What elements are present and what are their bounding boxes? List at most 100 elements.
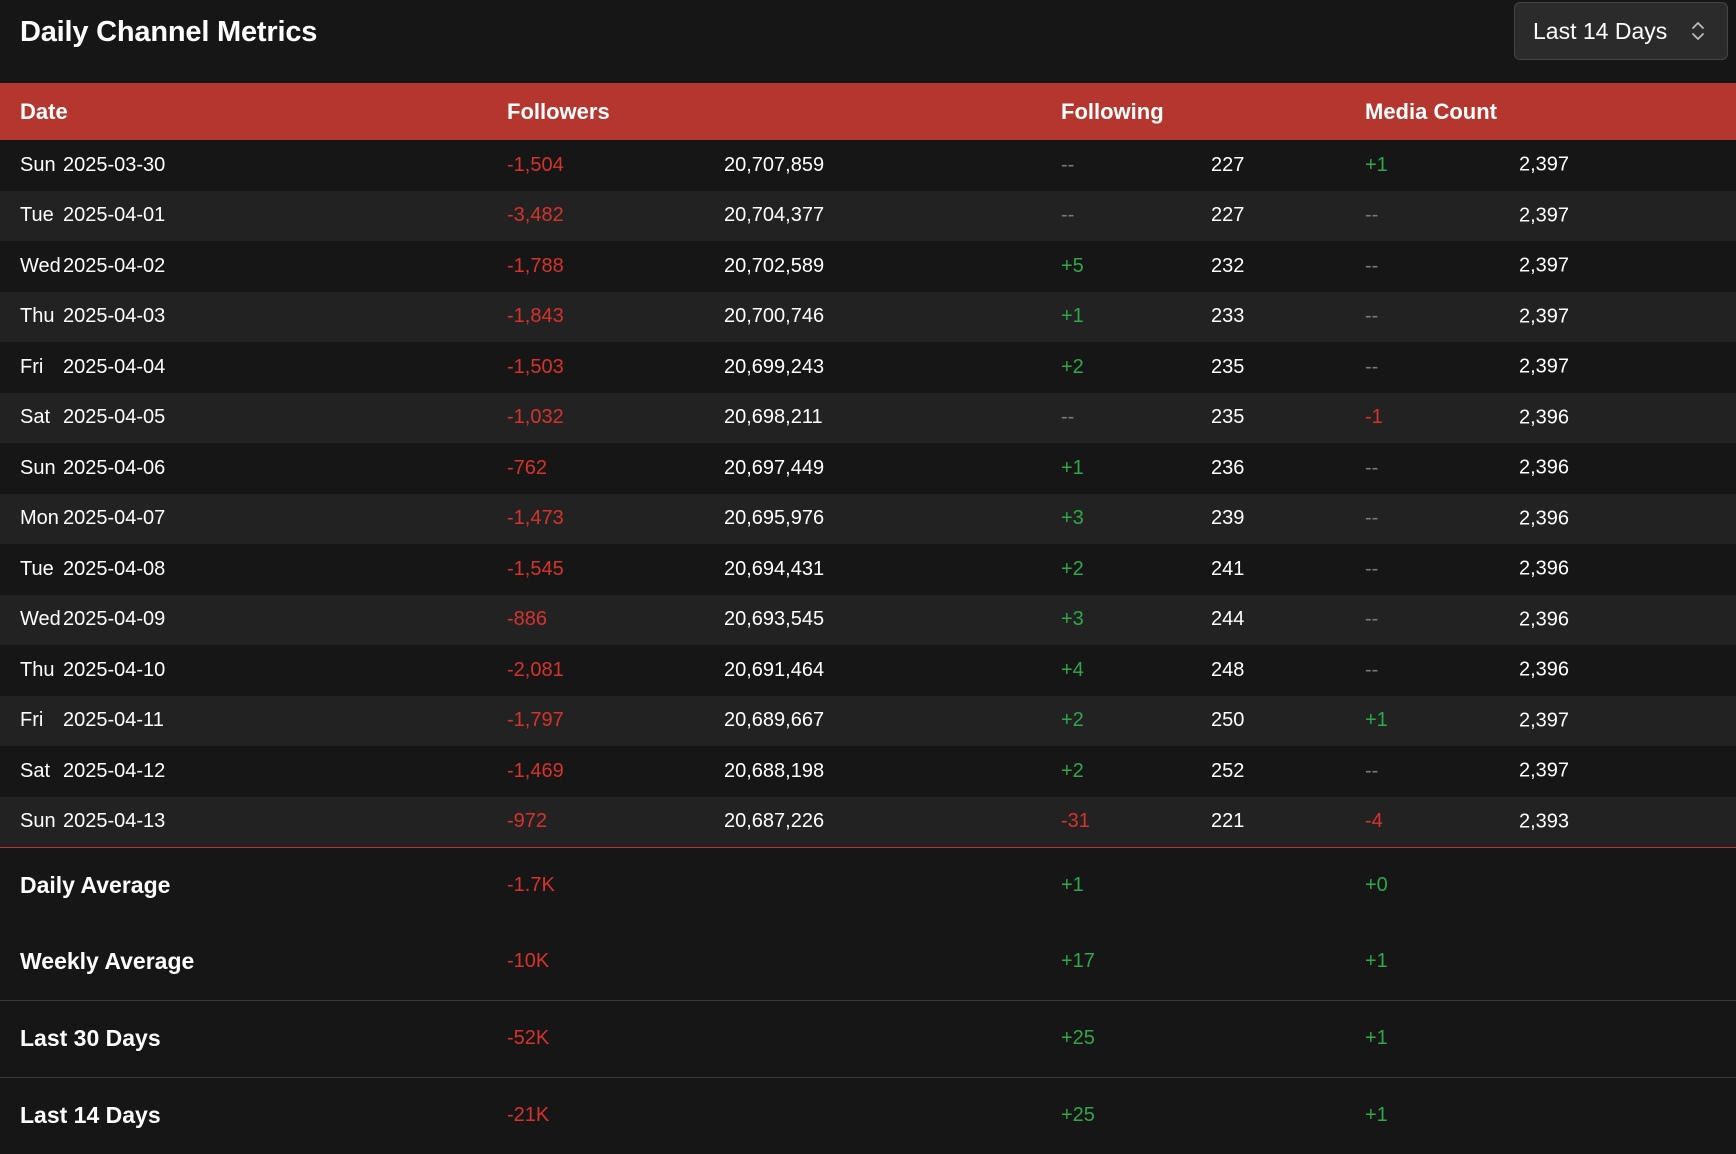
- row-media-change: -1 2,396: [1365, 393, 1736, 444]
- row-media-change-value: +1: [1365, 709, 1388, 732]
- row-day: Thu: [20, 658, 55, 681]
- metrics-table: Date Followers Following Media Count Sun…: [0, 83, 1736, 1154]
- summary-row: Daily Average -1.7K +1 +0: [0, 847, 1736, 924]
- row-following-total: 235: [1211, 406, 1245, 429]
- row-following-change: +2: [1061, 709, 1084, 732]
- row-followers-total: 20,695,976: [724, 507, 825, 530]
- page-header: Daily Channel Metrics Last 14 Days: [0, 0, 1736, 83]
- summary-following: +25: [1061, 999, 1365, 1077]
- column-header-media-count[interactable]: Media Count: [1365, 83, 1736, 140]
- column-header-following[interactable]: Following: [1061, 83, 1365, 140]
- row-day: Fri: [20, 709, 44, 732]
- row-following-total: 244: [1211, 608, 1245, 631]
- row-media-change-value: --: [1365, 759, 1379, 782]
- row-date: 2025-04-09: [63, 608, 166, 631]
- summary-row: Last 14 Days -21K +25 +1: [0, 1076, 1736, 1154]
- row-following-change: -31: [1061, 810, 1090, 832]
- row-followers-change: -1,545: [507, 557, 564, 580]
- row-day: Sun: [20, 153, 56, 176]
- row-following-change: --: [1061, 153, 1075, 176]
- row-media-change: -- 2,397: [1365, 191, 1736, 242]
- row-date: 2025-03-30: [63, 153, 166, 176]
- table-row: Tue 2025-04-01 -3,482 20,704,377 -- 227 -- 2,39…: [0, 190, 1736, 242]
- row-following-change: +2: [1061, 557, 1084, 580]
- row-media-change: -- 2,397: [1365, 292, 1736, 343]
- row-date: 2025-04-07: [63, 507, 166, 530]
- row-date: 2025-04-12: [63, 759, 166, 782]
- table-row: Sun 2025-04-13 -972 20,687,226 -31 221 -4 2,393: [0, 796, 1736, 848]
- row-media-change-value: -4: [1365, 810, 1383, 832]
- row-day: Sun: [20, 810, 56, 832]
- row-followers-change: -2,081: [507, 658, 564, 681]
- row-media-change-value: -1: [1365, 406, 1383, 429]
- row-followers-total: 20,702,589: [724, 254, 825, 277]
- row-followers-total: 20,691,464: [724, 658, 825, 681]
- summary-row: Last 30 Days -52K +25 +1: [0, 999, 1736, 1077]
- row-media-change: -4 2,393: [1365, 797, 1736, 848]
- row-media-change: -- 2,397: [1365, 342, 1736, 393]
- row-date: 2025-04-01: [63, 204, 166, 227]
- row-media-change: -- 2,396: [1365, 443, 1736, 494]
- row-media-total: 2,396: [1519, 507, 1570, 530]
- date-range-select[interactable]: Last 14 Days: [1514, 2, 1728, 60]
- row-media-change: -- 2,396: [1365, 544, 1736, 595]
- row-media-total: 2,397: [1519, 254, 1570, 277]
- summary-media: +1: [1365, 950, 1388, 972]
- table-row: Sun 2025-04-06 -762 20,697,449 +1 236 -- 2,396: [0, 443, 1736, 494]
- row-following-change: +2: [1061, 759, 1084, 782]
- row-followers-change: -972: [507, 810, 548, 832]
- row-media-total: 2,396: [1519, 406, 1570, 429]
- row-date: 2025-04-08: [63, 557, 166, 580]
- row-media-change-value: --: [1365, 204, 1379, 227]
- row-media-change-value: --: [1365, 608, 1379, 631]
- row-followers-total: 20,689,667: [724, 709, 825, 732]
- row-day: Fri: [20, 355, 44, 378]
- table-row: Sun 2025-03-30 -1,504 20,707,859 -- 227 +1 2,39…: [0, 140, 1736, 191]
- summary-label: Last 14 Days: [0, 1076, 507, 1154]
- row-media-change-value: --: [1365, 355, 1379, 378]
- row-media-total: 2,396: [1519, 557, 1570, 580]
- table-row: Wed 2025-04-02 -1,788 20,702,589 +5 232 -- 2,39…: [0, 241, 1736, 292]
- row-media-total: 2,396: [1519, 608, 1570, 631]
- row-media-change-value: +1: [1365, 153, 1388, 176]
- row-followers-change: -1,797: [507, 709, 564, 732]
- row-following-change: +3: [1061, 507, 1084, 530]
- row-date: 2025-04-13: [63, 810, 166, 832]
- row-media-change: -- 2,397: [1365, 746, 1736, 797]
- row-day: Sat: [20, 759, 51, 782]
- row-day: Sun: [20, 456, 56, 479]
- row-followers-total: 20,707,859: [724, 153, 825, 176]
- row-date: 2025-04-10: [63, 658, 166, 681]
- row-media-total: 2,397: [1519, 204, 1570, 227]
- table-row: Fri 2025-04-04 -1,503 20,699,243 +2 235 -- 2,39…: [0, 342, 1736, 393]
- row-media-total: 2,397: [1519, 709, 1570, 732]
- row-day: Tue: [20, 557, 54, 580]
- row-media-change: -- 2,397: [1365, 241, 1736, 292]
- page-title: Daily Channel Metrics: [20, 16, 318, 48]
- row-following-total: 252: [1211, 759, 1245, 782]
- table-row: Thu 2025-04-03 -1,843 20,700,746 +1 233 -- 2,39…: [0, 291, 1736, 343]
- row-media-total: 2,397: [1519, 305, 1570, 328]
- row-following-total: 227: [1211, 204, 1245, 227]
- column-header-date[interactable]: Date: [0, 83, 507, 140]
- row-media-change-value: --: [1365, 557, 1379, 580]
- summary-following: +17: [1061, 950, 1095, 972]
- row-media-total: 2,396: [1519, 658, 1570, 681]
- chevron-up-down-icon: [1692, 22, 1704, 40]
- date-range-select-value: Last 14 Days: [1533, 17, 1668, 44]
- summary-followers: -52K: [507, 999, 1061, 1077]
- table-row: Tue 2025-04-08 -1,545 20,694,431 +2 241 -- 2,39…: [0, 544, 1736, 595]
- row-following-change: +4: [1061, 658, 1084, 681]
- row-date: 2025-04-11: [63, 709, 164, 732]
- table-row: Fri 2025-04-11 -1,797 20,689,667 +2 250 +1 2,39…: [0, 695, 1736, 746]
- row-following-total: 241: [1211, 557, 1245, 580]
- row-media-total: 2,397: [1519, 153, 1570, 176]
- row-followers-change: -1,843: [507, 305, 564, 328]
- row-following-total: 227: [1211, 153, 1245, 176]
- row-followers-change: -1,469: [507, 759, 564, 782]
- row-media-total: 2,397: [1519, 759, 1570, 782]
- row-media-change-value: --: [1365, 456, 1379, 479]
- row-media-change: +1 2,397: [1365, 140, 1736, 191]
- column-header-followers[interactable]: Followers: [507, 83, 1061, 140]
- row-media-change: -- 2,396: [1365, 494, 1736, 545]
